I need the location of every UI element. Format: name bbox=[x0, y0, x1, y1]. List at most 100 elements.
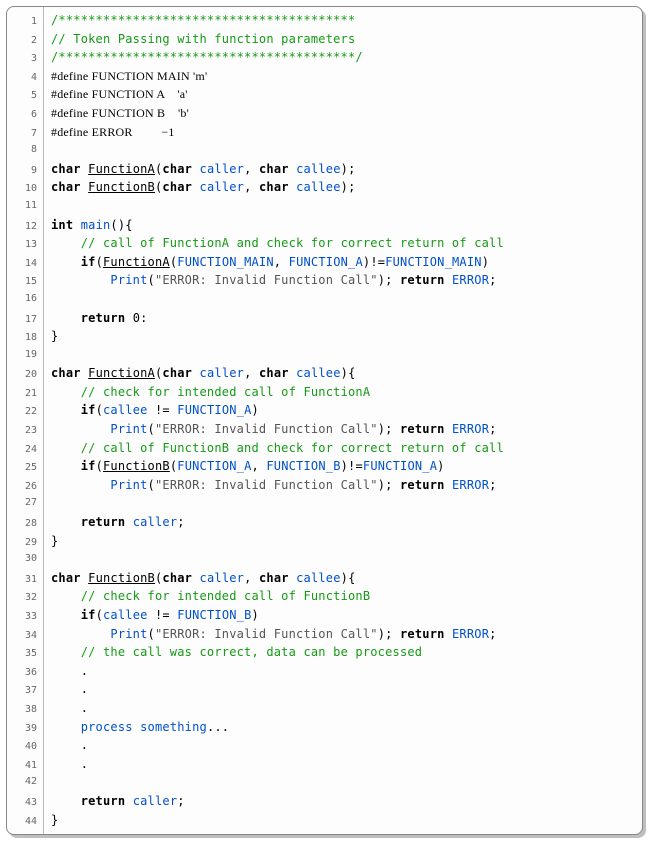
line-number: 40 bbox=[7, 738, 43, 757]
line-number: 31 bbox=[7, 571, 43, 590]
line-number: 6 bbox=[7, 106, 43, 125]
line-number: 35 bbox=[7, 645, 43, 664]
code-line: 38 . bbox=[7, 699, 642, 718]
line-number: 17 bbox=[7, 311, 43, 330]
line-content: #define FUNCTION B 'b' bbox=[43, 104, 189, 123]
line-content: if(FunctionB(FUNCTION_A, FUNCTION_B)!=FU… bbox=[43, 457, 445, 476]
line-number: 1 bbox=[7, 13, 43, 32]
code-line: 40 . bbox=[7, 736, 642, 755]
code-line: 36 . bbox=[7, 662, 642, 681]
line-number: 22 bbox=[7, 403, 43, 422]
code-line: 24 // call of FunctionB and check for co… bbox=[7, 439, 642, 458]
line-content: Print("ERROR: Invalid Function Call"); r… bbox=[43, 476, 497, 495]
line-content: char FunctionA(char caller, char callee)… bbox=[43, 364, 356, 383]
code-line: 13 // call of FunctionA and check for co… bbox=[7, 234, 642, 253]
line-number: 21 bbox=[7, 385, 43, 404]
code-line: 26 Print("ERROR: Invalid Function Call")… bbox=[7, 476, 642, 495]
code-line: 6#define FUNCTION B 'b' bbox=[7, 104, 642, 123]
line-number: 11 bbox=[7, 197, 43, 216]
line-number: 25 bbox=[7, 459, 43, 478]
line-number: 42 bbox=[7, 773, 43, 792]
line-content: if(callee != FUNCTION_B) bbox=[43, 606, 259, 625]
line-content: . bbox=[43, 736, 88, 755]
page: 1/**************************************… bbox=[0, 0, 653, 841]
line-content: char FunctionB(char caller, char callee)… bbox=[43, 178, 356, 197]
code-line: 42 bbox=[7, 773, 642, 792]
code-line: 35 // the call was correct, data can be … bbox=[7, 643, 642, 662]
line-content: . bbox=[43, 680, 88, 699]
line-content: // call of FunctionB and check for corre… bbox=[43, 439, 504, 458]
line-number: 8 bbox=[7, 141, 43, 160]
line-number: 5 bbox=[7, 87, 43, 106]
line-content: /***************************************… bbox=[43, 11, 355, 30]
line-content: return caller; bbox=[43, 513, 185, 532]
code-line: 27 bbox=[7, 494, 642, 513]
code-line: 15 Print("ERROR: Invalid Function Call")… bbox=[7, 271, 642, 290]
line-number: 24 bbox=[7, 441, 43, 460]
line-content: char FunctionB(char caller, char callee)… bbox=[43, 569, 356, 588]
code-line: 19 bbox=[7, 346, 642, 365]
line-number: 33 bbox=[7, 608, 43, 627]
line-content: int main(){ bbox=[43, 216, 133, 235]
code-line: 21 // check for intended call of Functio… bbox=[7, 383, 642, 402]
code-line: 28 return caller; bbox=[7, 513, 642, 532]
code-line: 30 bbox=[7, 550, 642, 569]
line-content: // the call was correct, data can be pro… bbox=[43, 643, 422, 662]
line-number: 20 bbox=[7, 366, 43, 385]
line-content: } bbox=[43, 327, 58, 346]
line-number: 27 bbox=[7, 494, 43, 513]
line-number: 12 bbox=[7, 218, 43, 237]
line-number: 36 bbox=[7, 664, 43, 683]
line-number: 30 bbox=[7, 550, 43, 569]
line-content: /***************************************… bbox=[43, 48, 363, 67]
line-content: if(callee != FUNCTION_A) bbox=[43, 401, 259, 420]
code-line: 3/**************************************… bbox=[7, 48, 642, 67]
line-content: return caller; bbox=[43, 792, 185, 811]
line-content: // Token Passing with function parameter… bbox=[43, 30, 355, 49]
code-line: 41 . bbox=[7, 755, 642, 774]
line-number: 37 bbox=[7, 682, 43, 701]
line-number: 34 bbox=[7, 627, 43, 646]
line-number: 38 bbox=[7, 701, 43, 720]
code-line: 16 bbox=[7, 290, 642, 309]
code-line: 1/**************************************… bbox=[7, 11, 642, 30]
code-line: 5#define FUNCTION A 'a' bbox=[7, 85, 642, 104]
line-number: 9 bbox=[7, 162, 43, 181]
line-number: 14 bbox=[7, 255, 43, 274]
code-line: 12int main(){ bbox=[7, 216, 642, 235]
code-line: 29} bbox=[7, 532, 642, 551]
code-line: 2// Token Passing with function paramete… bbox=[7, 30, 642, 49]
code-line: 22 if(callee != FUNCTION_A) bbox=[7, 401, 642, 420]
line-content: . bbox=[43, 662, 88, 681]
line-number: 4 bbox=[7, 69, 43, 88]
line-number: 16 bbox=[7, 290, 43, 309]
line-content: #define FUNCTION A 'a' bbox=[43, 85, 188, 104]
code-line: 20char FunctionA(char caller, char calle… bbox=[7, 364, 642, 383]
code-frame: 1/**************************************… bbox=[6, 6, 643, 835]
code-line: 17 return 0: bbox=[7, 309, 642, 328]
line-content: process something... bbox=[43, 718, 229, 737]
code-line: 31char FunctionB(char caller, char calle… bbox=[7, 569, 642, 588]
line-content: #define FUNCTION MAIN 'm' bbox=[43, 67, 207, 86]
line-number: 2 bbox=[7, 32, 43, 51]
line-number: 23 bbox=[7, 422, 43, 441]
code-line: 32 // check for intended call of Functio… bbox=[7, 587, 642, 606]
line-number: 32 bbox=[7, 589, 43, 608]
line-content: Print("ERROR: Invalid Function Call"); r… bbox=[43, 625, 497, 644]
line-content: // call of FunctionA and check for corre… bbox=[43, 234, 504, 253]
line-content: // check for intended call of FunctionA bbox=[43, 383, 370, 402]
code-line: 34 Print("ERROR: Invalid Function Call")… bbox=[7, 625, 642, 644]
line-number: 19 bbox=[7, 346, 43, 365]
line-content: return 0: bbox=[43, 309, 148, 328]
code-line: 37 . bbox=[7, 680, 642, 699]
line-content: Print("ERROR: Invalid Function Call"); r… bbox=[43, 420, 497, 439]
line-number: 3 bbox=[7, 50, 43, 69]
code-line: 4#define FUNCTION MAIN 'm' bbox=[7, 67, 642, 86]
line-number: 13 bbox=[7, 236, 43, 255]
code-line: 9char FunctionA(char caller, char callee… bbox=[7, 160, 642, 179]
line-content: #define ERROR −1 bbox=[43, 123, 175, 142]
line-content: . bbox=[43, 699, 88, 718]
code-listing: 1/**************************************… bbox=[7, 11, 642, 830]
line-number: 28 bbox=[7, 515, 43, 534]
line-content: // check for intended call of FunctionB bbox=[43, 587, 370, 606]
